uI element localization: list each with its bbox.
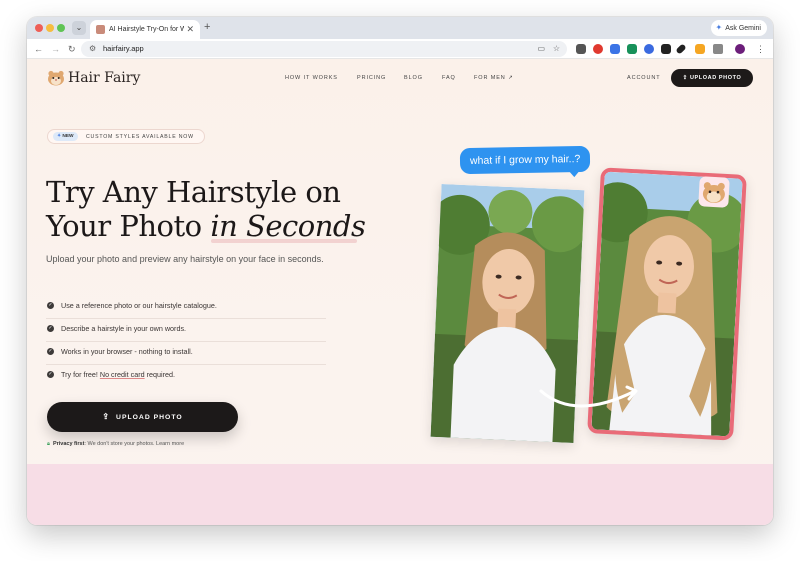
feature-text: Describe a hairstyle in your own words.: [61, 324, 187, 333]
no-credit-card-text: No credit card: [99, 370, 145, 379]
headline-part-a: Your Photo: [46, 209, 211, 243]
browser-menu-icon[interactable]: ⋮: [756, 42, 765, 56]
tab-search-icon[interactable]: ⌄: [72, 21, 86, 35]
bolt-extension-icon[interactable]: [644, 44, 654, 54]
pen-extension-icon[interactable]: [675, 43, 687, 55]
hamster-mascot-icon: [698, 176, 730, 208]
sparkle-icon: ✦: [57, 134, 62, 139]
new-pill-label: NEW: [62, 134, 74, 139]
tab-active[interactable]: AI Hairstyle Try-On for Women ✕: [90, 20, 200, 39]
browser-window: ⌄ AI Hairstyle Try-On for Women ✕ + ✦Ask…: [27, 17, 773, 525]
cast-icon[interactable]: ▭: [537, 42, 545, 56]
page-content: Hair Fairy HOW IT WORKS PRICING BLOG FAQ…: [27, 59, 773, 525]
nav-pricing[interactable]: PRICING: [357, 74, 386, 82]
header-upload-label: UPLOAD PHOTO: [689, 75, 742, 81]
upload-icon: ⇪: [682, 75, 688, 81]
minimize-window-button[interactable]: [46, 24, 54, 32]
close-window-button[interactable]: [35, 24, 43, 32]
hamster-logo-icon: [48, 70, 64, 86]
privacy-bold: Privacy first: [52, 441, 85, 447]
address-bar[interactable]: ⚙ hairfairy.app ▭ ☆: [81, 41, 567, 57]
new-feature-badge: ✦ NEW CUSTOM STYLES AVAILABLE NOW: [47, 129, 205, 144]
external-link-icon: ↗: [508, 75, 514, 81]
account-link[interactable]: ACCOUNT: [627, 74, 661, 82]
lock-icon: 🔒︎: [47, 441, 50, 447]
new-pill: ✦ NEW: [53, 132, 78, 141]
privacy-text[interactable]: : We don't store your photos. Learn more: [84, 441, 184, 447]
feature-item: ✓ Works in your browser - nothing to inst…: [46, 343, 326, 365]
site-info-icon[interactable]: ⚙: [89, 42, 96, 56]
tab-strip: ⌄ AI Hairstyle Try-On for Women ✕ + ✦Ask…: [27, 17, 773, 39]
feature-text: Use a reference photo or our hairstyle c…: [61, 301, 217, 310]
reload-icon[interactable]: ↻: [68, 42, 76, 56]
feature-item: ✓ Describe a hairstyle in your own words.: [46, 320, 326, 342]
badge-extension-icon[interactable]: [695, 44, 705, 54]
puzzle-extension-icon[interactable]: [713, 44, 723, 54]
header-upload-photo-button[interactable]: ⇪ UPLOAD PHOTO: [671, 69, 753, 87]
subheading: Upload your photo and preview any hairst…: [46, 254, 324, 264]
maximize-window-button[interactable]: [57, 24, 65, 32]
nav-for-men-label: FOR MEN: [474, 75, 506, 81]
badge-text: CUSTOM STYLES AVAILABLE NOW: [86, 134, 194, 140]
check-icon: ✓: [47, 371, 54, 378]
ask-gemini-button[interactable]: ✦ Ask Gemini: [710, 20, 767, 36]
forward-icon[interactable]: →: [51, 42, 60, 56]
feature-text: Try for free! No credit card required.: [61, 369, 175, 380]
nav-how-it-works[interactable]: HOW IT WORKS: [285, 74, 338, 82]
curved-arrow-icon: [539, 385, 638, 408]
feature-text-c: required.: [144, 370, 175, 379]
brand-name: Hair Fairy: [68, 70, 141, 86]
site-favicon-icon: [96, 25, 105, 34]
headline-line-2: Your Photo in Seconds: [46, 209, 366, 243]
nav-blog[interactable]: BLOG: [404, 74, 423, 82]
opera-extension-icon[interactable]: [593, 44, 603, 54]
upload-photo-label: UPLOAD PHOTO: [116, 414, 183, 421]
back-icon[interactable]: ←: [34, 42, 43, 56]
upload-photo-button[interactable]: ⇪ UPLOAD PHOTO: [47, 402, 238, 432]
nav-faq[interactable]: FAQ: [442, 74, 456, 82]
privacy-note: 🔒︎ Privacy first: We don't store your pho…: [47, 440, 184, 449]
footer-band: [27, 464, 773, 525]
check-icon: ✓: [47, 325, 54, 332]
tab-title: AI Hairstyle Try-On for Women: [109, 26, 184, 33]
headline-line-1: Try Any Hairstyle on: [46, 175, 341, 209]
url-text: hairfairy.app: [103, 44, 144, 53]
speech-bubble: what if I grow my hair..?: [459, 145, 591, 175]
browser-toolbar: ← → ↻ ⚙ hairfairy.app ▭ ☆ ⋮: [27, 39, 773, 59]
feature-text-a: Try for free!: [61, 370, 100, 379]
tab-close-icon[interactable]: ✕: [186, 23, 194, 35]
feature-text: Works in your browser - nothing to insta…: [61, 347, 193, 356]
check-icon: ✓: [47, 348, 54, 355]
nav-for-men[interactable]: FOR MEN ↗: [474, 74, 514, 82]
ask-gemini-label: Ask Gemini: [725, 25, 761, 32]
upload-icon: ⇪: [102, 412, 111, 421]
gemini-sparkle-icon: ✦: [715, 23, 723, 32]
bookmark-star-icon[interactable]: ☆: [553, 42, 560, 56]
check-icon: ✓: [47, 302, 54, 309]
headline-accent: in Seconds: [210, 209, 366, 243]
sheet-extension-icon[interactable]: [627, 44, 637, 54]
feature-item: ✓ Try for free! No credit card required.: [46, 366, 326, 388]
profile-avatar[interactable]: [735, 44, 745, 54]
feature-item: ✓ Use a reference photo or our hairstyle …: [46, 297, 326, 319]
new-tab-icon[interactable]: +: [204, 21, 210, 34]
translate-extension-icon[interactable]: [610, 44, 620, 54]
cookie-extension-icon[interactable]: [576, 44, 586, 54]
notion-extension-icon[interactable]: [661, 44, 671, 54]
